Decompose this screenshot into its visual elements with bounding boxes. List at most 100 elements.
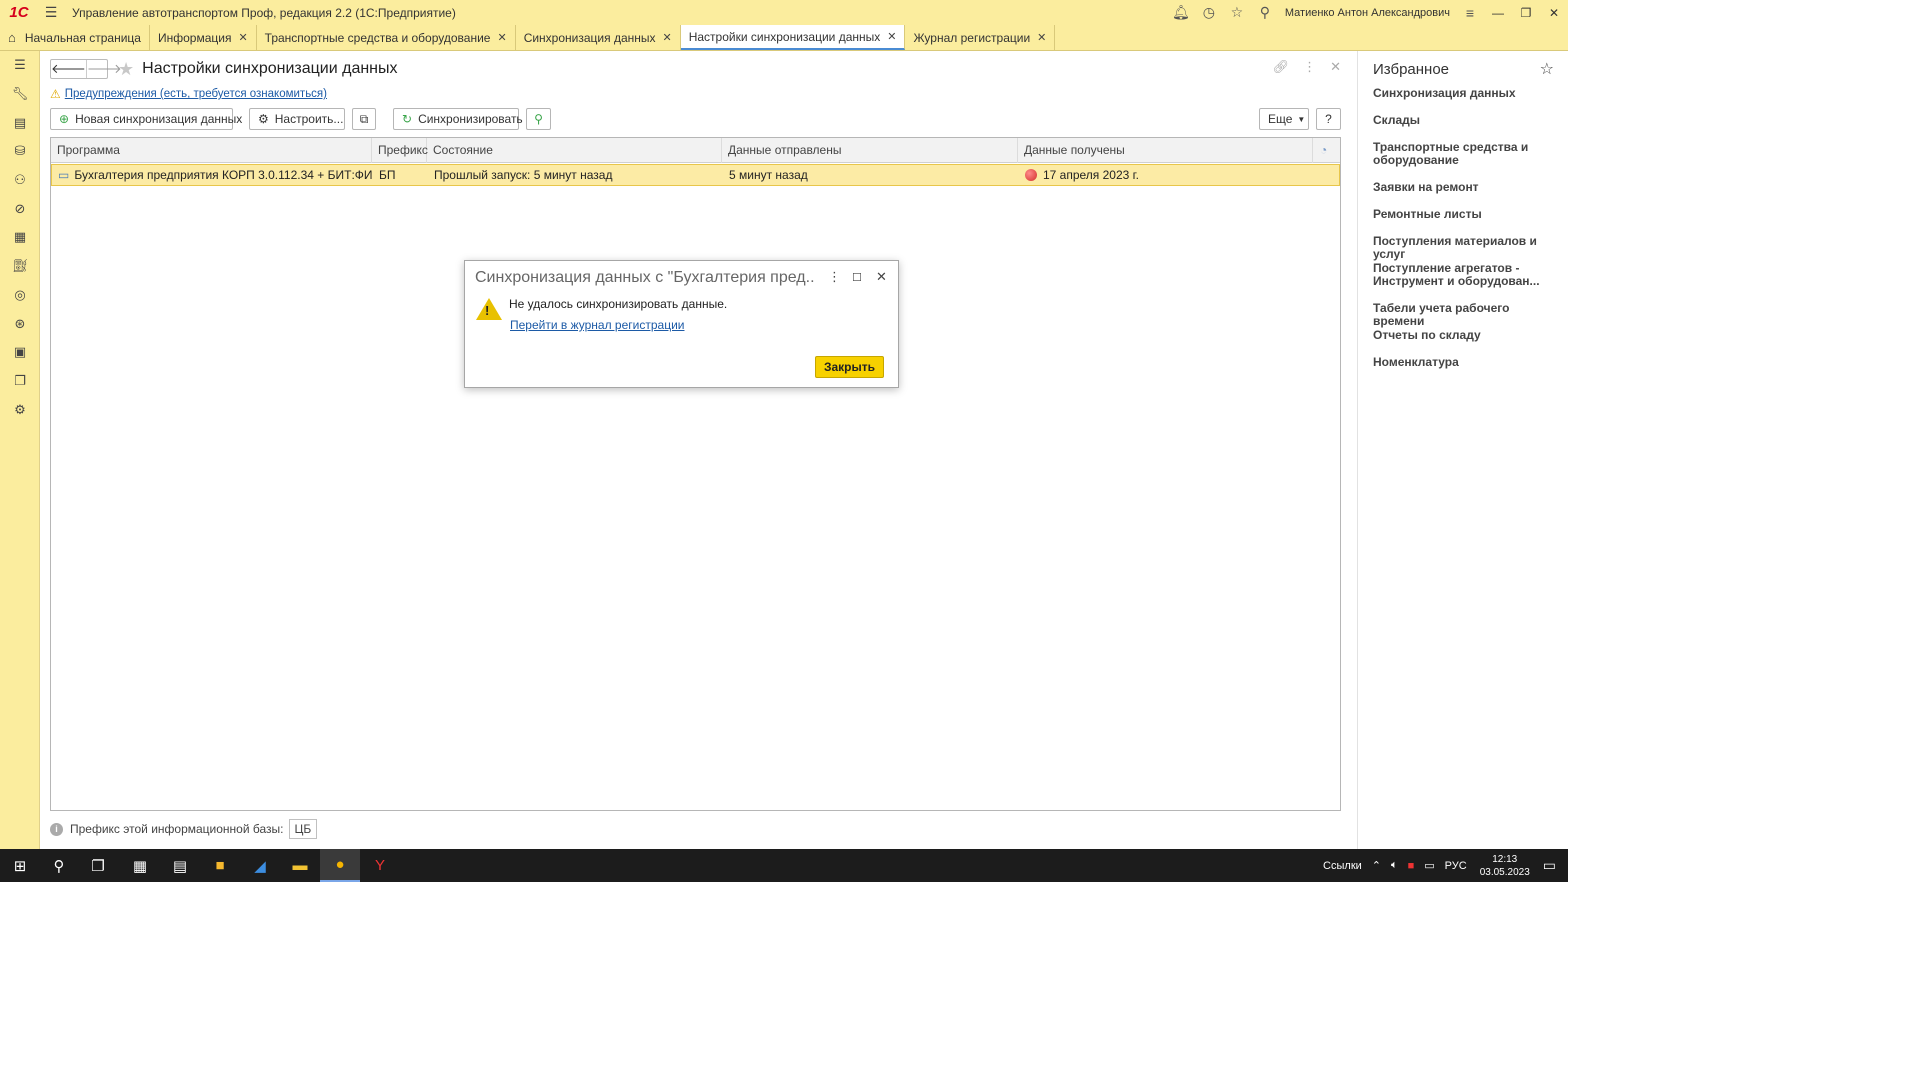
language-indicator[interactable]: РУС: [1445, 860, 1467, 872]
cell-state: Прошлый запуск: 5 минут назад: [434, 168, 613, 182]
calculator-icon[interactable]: ▦: [0, 223, 40, 252]
info-icon: i: [50, 822, 63, 836]
reports-icon[interactable]: ❐: [0, 367, 40, 396]
favorite-item[interactable]: Отчеты по складу: [1373, 329, 1563, 342]
forward-arrow-icon[interactable]: 🡒: [85, 60, 122, 78]
title-bar: 1С ☰ Управление автотранспортом Проф, ре…: [0, 0, 1568, 25]
settings-menu-icon[interactable]: ≡: [1456, 0, 1484, 25]
favorite-item[interactable]: Ремонтные листы: [1373, 208, 1563, 221]
tab-label: Информация: [157, 30, 232, 45]
yandex-browser-icon[interactable]: Y: [360, 849, 400, 882]
synchronize-button[interactable]: ↻ Синхронизировать: [393, 108, 523, 130]
help-button[interactable]: ?: [1316, 108, 1341, 130]
calendar-app-icon[interactable]: ▦: [120, 849, 160, 882]
tab-vehicles[interactable]: Транспортные средства и оборудование ✕: [257, 25, 516, 50]
button-label: Синхронизировать: [418, 112, 523, 126]
1c-enterprise-taskbar-icon[interactable]: ●: [320, 849, 360, 882]
favorite-item[interactable]: Поступления материалов и услуг: [1373, 235, 1563, 261]
calculator-app-icon[interactable]: ▤: [160, 849, 200, 882]
notes-app-icon[interactable]: ■: [200, 849, 240, 882]
personnel-icon[interactable]: ⚇: [0, 166, 40, 195]
main-form: 🡐 🡒 ★ Настройки синхронизации данных 🔗︎ …: [40, 51, 1356, 849]
dialog-maximize-icon[interactable]: ☐: [852, 271, 862, 284]
fuel-icon[interactable]: ⛽︎: [0, 252, 40, 281]
warehouse-icon[interactable]: ⛁: [0, 137, 40, 166]
back-arrow-icon[interactable]: 🡐: [51, 60, 86, 78]
hamburger-menu-icon[interactable]: ☰: [38, 0, 64, 25]
close-window-icon[interactable]: ✕: [1540, 0, 1568, 25]
prefix-value: ЦБ: [288, 819, 318, 839]
favorite-item[interactable]: Табели учета рабочего времени: [1373, 302, 1563, 328]
close-tab-icon[interactable]: ✕: [497, 31, 506, 44]
favorite-item[interactable]: Склады: [1373, 114, 1563, 127]
user-name[interactable]: Матиенко Антон Александрович: [1279, 7, 1456, 19]
links-toolbar-label[interactable]: Ссылки: [1323, 860, 1362, 872]
close-tab-icon[interactable]: ✕: [238, 31, 247, 44]
dialog-close-icon[interactable]: ✕: [876, 269, 887, 285]
contacts-icon[interactable]: ▣: [0, 338, 40, 367]
close-form-icon[interactable]: ✕: [1330, 59, 1341, 75]
close-tab-icon[interactable]: ✕: [663, 31, 672, 44]
task-view-icon[interactable]: ❐: [78, 849, 118, 882]
favorite-item[interactable]: Поступление агрегатов - Инструмент и обо…: [1373, 262, 1563, 288]
new-sync-button[interactable]: ⊕ Новая синхронизация данных: [50, 108, 242, 130]
tab-information[interactable]: Информация ✕: [150, 25, 257, 50]
restore-icon[interactable]: ❐: [1512, 0, 1540, 25]
close-button[interactable]: Закрыть: [815, 356, 884, 378]
search-sync-icon: ⚲: [534, 112, 543, 126]
tab-event-log[interactable]: Журнал регистрации ✕: [905, 25, 1056, 50]
link-icon[interactable]: 🔗︎: [1273, 59, 1290, 75]
file-explorer-icon[interactable]: ▬: [280, 849, 320, 882]
history-icon[interactable]: ◷: [1195, 0, 1223, 25]
favorites-star-icon[interactable]: ☆: [1223, 0, 1251, 25]
money-icon[interactable]: ⊛: [0, 309, 40, 338]
search-icon[interactable]: ⚲: [1251, 0, 1279, 25]
favorite-item[interactable]: Номенклатура: [1373, 356, 1563, 369]
column-header-state[interactable]: Состояние: [427, 138, 722, 163]
volume-icon[interactable]: 🔈︎: [1391, 859, 1398, 872]
minimize-icon[interactable]: —: [1484, 0, 1512, 25]
more-dropdown-button[interactable]: Еще ▼: [1259, 108, 1309, 130]
bus-icon[interactable]: ▤: [0, 108, 40, 137]
column-header-received[interactable]: Данные получены: [1018, 138, 1313, 163]
open-external-button[interactable]: ⧉: [352, 108, 376, 130]
tires-icon[interactable]: ◎: [0, 281, 40, 310]
sync-check-button[interactable]: ⚲: [526, 108, 551, 130]
more-actions-icon[interactable]: ⋮: [1303, 59, 1316, 75]
settings-gear-icon[interactable]: ⚙: [0, 395, 40, 424]
add-to-favorites-star-icon[interactable]: ★: [118, 59, 134, 80]
tab-label: Журнал регистрации: [913, 30, 1031, 45]
column-header-program[interactable]: Программа: [51, 138, 372, 163]
network-icon[interactable]: ▭: [1424, 859, 1434, 872]
main-menu-icon[interactable]: ☰: [0, 51, 40, 80]
column-header-sent[interactable]: Данные отправлены: [722, 138, 1018, 163]
table-row[interactable]: ▭ Бухгалтерия предприятия КОРП 3.0.112.34…: [51, 164, 1340, 186]
tab-sync-settings[interactable]: Настройки синхронизации данных ✕: [680, 25, 906, 50]
tab-home[interactable]: ⌂ Начальная страница: [0, 25, 150, 50]
repair-wrench-icon[interactable]: 🔧︎: [0, 80, 40, 109]
event-log-link[interactable]: Перейти в журнал регистрации: [510, 318, 684, 332]
configure-button[interactable]: ⚙ Настроить...: [249, 108, 345, 130]
close-tab-icon[interactable]: ✕: [1037, 31, 1046, 44]
favorite-item[interactable]: Синхронизация данных: [1373, 87, 1563, 100]
dialog-more-icon[interactable]: ⋮: [828, 269, 841, 285]
warnings-link[interactable]: Предупреждения (есть, требуется ознакоми…: [65, 88, 327, 100]
favorite-item[interactable]: Заявки на ремонт: [1373, 181, 1563, 194]
compass-icon[interactable]: ⊘: [0, 194, 40, 223]
favorites-star-icon[interactable]: ☆: [1540, 59, 1554, 79]
tray-expand-icon[interactable]: ⌃: [1372, 859, 1381, 872]
browser-app-icon[interactable]: ◢: [240, 849, 280, 882]
column-header-prefix[interactable]: Префикс: [372, 138, 428, 163]
close-tab-icon[interactable]: ✕: [887, 30, 896, 43]
antivirus-icon[interactable]: ■: [1408, 860, 1415, 872]
search-icon[interactable]: ⚲: [39, 849, 79, 882]
tab-data-sync[interactable]: Синхронизация данных ✕: [516, 25, 681, 50]
clock[interactable]: 12:13 03.05.2023: [1480, 853, 1530, 879]
program-name: Бухгалтерия предприятия КОРП 3.0.112.34 …: [74, 168, 373, 182]
windows-start-icon[interactable]: ⊞: [0, 849, 40, 882]
prefix-label: Префикс этой информационной базы:: [70, 822, 284, 836]
notifications-bell-icon[interactable]: 🔔︎: [1167, 0, 1195, 25]
favorite-item[interactable]: Транспортные средства и оборудование: [1373, 141, 1563, 167]
notifications-icon[interactable]: ▭: [1543, 857, 1556, 874]
refresh-column-icon[interactable]: ◔: [1313, 138, 1340, 163]
